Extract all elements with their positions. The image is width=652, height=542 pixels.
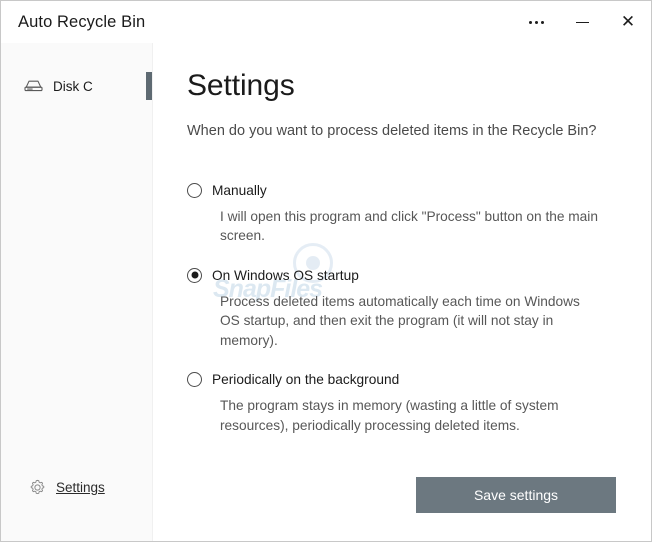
sidebar-item-label: Disk C [53, 79, 93, 94]
option-description: I will open this program and click "Proc… [220, 207, 602, 246]
option-manually: Manually I will open this program and cl… [187, 183, 633, 246]
option-periodically-on-the-background: Periodically on the background The progr… [187, 372, 633, 435]
save-settings-button[interactable]: Save settings [416, 477, 616, 513]
sidebar-item-disk-c[interactable]: Disk C [1, 70, 152, 102]
gear-icon [29, 479, 46, 496]
page-subtitle: When do you want to process deleted item… [187, 121, 607, 142]
settings-link-label: Settings [56, 480, 105, 495]
app-title: Auto Recycle Bin [18, 13, 145, 32]
ellipsis-icon [529, 21, 544, 24]
more-options-button[interactable] [513, 1, 559, 43]
settings-link[interactable]: Settings [29, 479, 105, 496]
minimize-button[interactable] [559, 1, 605, 43]
radio-icon-periodically-on-the-background[interactable] [187, 372, 202, 387]
window-controls: ✕ [513, 1, 651, 43]
title-bar: Auto Recycle Bin ✕ [1, 1, 651, 43]
main-content: SnapFiles Settings When do you want to p… [153, 43, 651, 541]
option-label: On Windows OS startup [212, 268, 359, 283]
radio-icon-on-windows-os-startup[interactable] [187, 268, 202, 283]
option-description: Process deleted items automatically each… [220, 292, 602, 350]
radio-option-manually[interactable]: Manually [187, 183, 633, 198]
process-mode-radio-group: Manually I will open this program and cl… [187, 183, 633, 457]
option-label: Periodically on the background [212, 372, 399, 387]
close-icon: ✕ [621, 14, 635, 31]
minimize-icon [576, 22, 589, 23]
app-window: Auto Recycle Bin ✕ Disk C [0, 0, 652, 542]
option-label: Manually [212, 183, 267, 198]
option-description: The program stays in memory (wasting a l… [220, 396, 602, 435]
option-on-windows-os-startup: On Windows OS startup Process deleted it… [187, 268, 633, 350]
radio-option-on-windows-os-startup[interactable]: On Windows OS startup [187, 268, 633, 283]
radio-icon-manually[interactable] [187, 183, 202, 198]
sidebar-nav-list: Disk C [1, 43, 152, 102]
sidebar: Disk C Settings [1, 43, 153, 541]
sidebar-selection-indicator [146, 72, 152, 100]
page-title: Settings [187, 69, 295, 103]
close-button[interactable]: ✕ [605, 1, 651, 43]
sidebar-footer: Settings [1, 469, 152, 541]
radio-option-periodically-on-the-background[interactable]: Periodically on the background [187, 372, 633, 387]
disk-drive-icon [23, 78, 44, 94]
